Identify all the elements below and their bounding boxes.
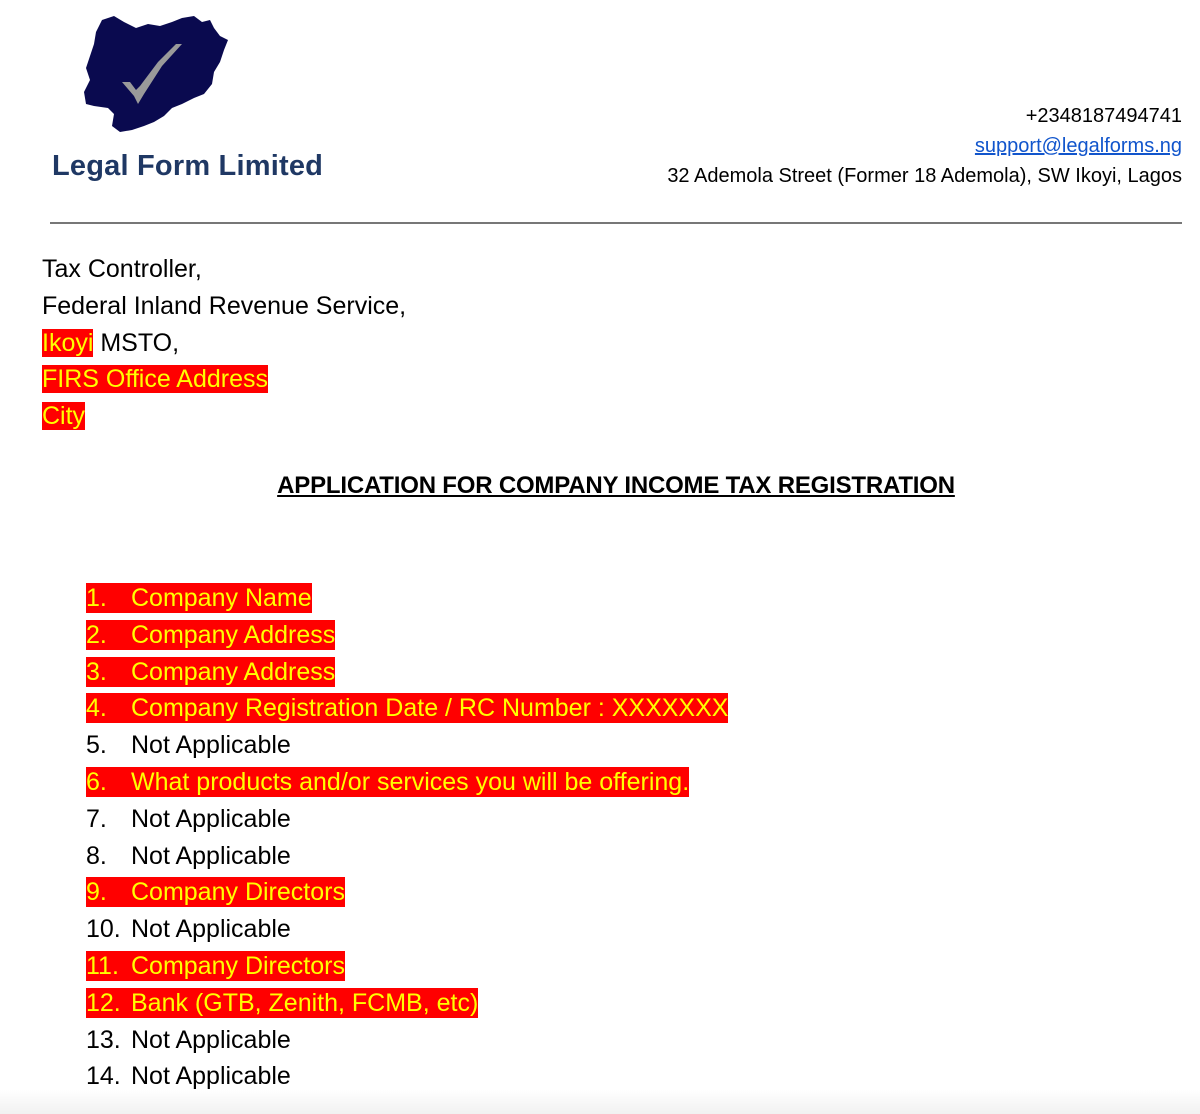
document-title: APPLICATION FOR COMPANY INCOME TAX REGIS… xyxy=(277,472,955,499)
list-item: 12. Bank (GTB, Zenith, FCMB, etc) xyxy=(86,985,728,1022)
placeholder-highlight: 2. Company Address xyxy=(86,619,336,650)
nigeria-map-checkmark-icon xyxy=(84,16,228,132)
recipient-line: Ikoyi MSTO, xyxy=(42,328,180,357)
list-item: 1. Company Name xyxy=(86,580,728,617)
placeholder-highlight: 1. Company Name xyxy=(86,583,312,613)
placeholder-highlight: City xyxy=(42,402,86,431)
placeholder-highlight: 3. Company Address xyxy=(86,656,336,687)
list-item: 6. What products and/or services you will… xyxy=(86,764,728,801)
company-logo xyxy=(84,12,234,142)
company-name: Legal Form Limited xyxy=(52,150,324,182)
recipient-line: City xyxy=(42,398,406,435)
header-divider xyxy=(50,222,1182,224)
email-link[interactable]: support@legalforms.ng xyxy=(975,135,1182,157)
contact-block: +2348187494741 support@legalforms.ng 32 … xyxy=(667,101,1182,191)
recipient-address: Tax Controller, Federal Inland Revenue S… xyxy=(42,251,406,435)
list-item: 8. Not Applicable xyxy=(86,841,291,870)
list-item: 5. Not Applicable xyxy=(86,731,291,760)
placeholder-highlight: FIRS Office Address xyxy=(42,365,269,394)
list-item: 10. Not Applicable xyxy=(86,915,291,944)
list-item: 4. Company Registration Date / RC Number … xyxy=(86,690,729,727)
placeholder-highlight: Ikoyi xyxy=(42,328,94,357)
phone-number: +2348187494741 xyxy=(1025,105,1182,127)
application-items-list: 1. Company Name 2. Company Address 3. Compa… xyxy=(86,580,729,1095)
recipient-line: FIRS Office Address xyxy=(42,361,406,398)
list-item: 13. Not Applicable xyxy=(86,1025,291,1054)
office-address: 32 Ademola Street (Former 18 Ademola), S… xyxy=(667,165,1182,187)
page-bottom-edge xyxy=(0,1090,1200,1114)
placeholder-highlight: 4. Company Registration Date / RC Number … xyxy=(86,693,729,724)
list-item: 7. Not Applicable xyxy=(86,804,291,833)
list-item: 3. Company Address xyxy=(86,654,728,691)
placeholder-highlight: 11. Company Directors xyxy=(86,950,345,981)
placeholder-highlight: 12. Bank (GTB, Zenith, FCMB, etc) xyxy=(86,987,479,1018)
placeholder-highlight: 6. What products and/or services you will… xyxy=(86,766,690,797)
placeholder-highlight: 9. Company Directors xyxy=(86,877,345,908)
list-item: 2. Company Address xyxy=(86,617,728,654)
recipient-line: Tax Controller, xyxy=(42,255,202,283)
list-item: 9. Company Directors xyxy=(86,874,728,911)
recipient-line: Federal Inland Revenue Service, xyxy=(42,291,407,320)
list-item: 11. Company Directors xyxy=(86,948,728,985)
